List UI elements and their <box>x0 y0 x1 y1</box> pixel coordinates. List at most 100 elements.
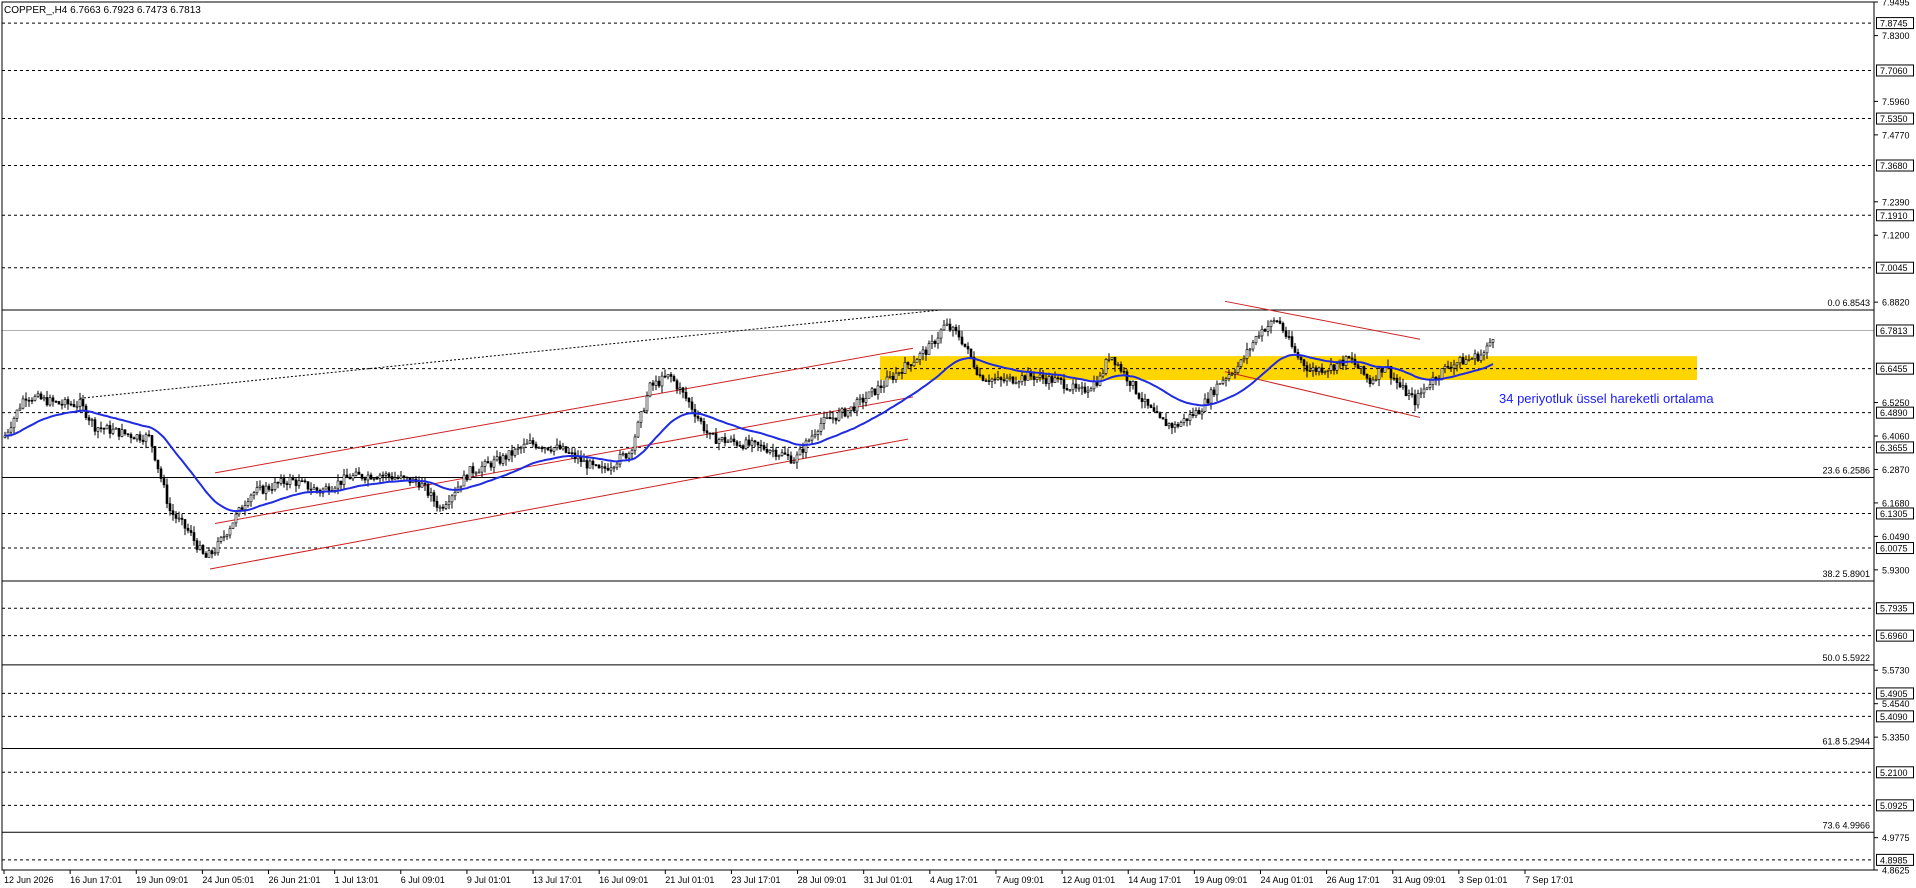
x-tick-label: 7 Sep 17:01 <box>1525 875 1574 885</box>
candle-body <box>1065 388 1069 391</box>
candle-body <box>297 480 301 486</box>
candle-body <box>1302 359 1306 366</box>
candle-body <box>15 409 19 419</box>
candle-body <box>909 364 913 367</box>
candle-body <box>201 545 205 554</box>
x-tick-label: 28 Jul 09:01 <box>798 875 847 885</box>
candle-body <box>936 337 940 345</box>
y-tick-label: 4.8625 <box>1882 866 1910 876</box>
candle-body <box>1443 365 1447 369</box>
candle-body <box>1461 357 1465 365</box>
candle-body <box>1263 329 1267 332</box>
candle-body <box>819 423 823 432</box>
candle-body <box>528 440 532 444</box>
candle-body <box>1332 364 1336 371</box>
candle-body <box>483 461 487 467</box>
candle-body <box>210 550 214 555</box>
candle-body <box>195 540 199 550</box>
price-chart[interactable]: 7.8745 7.7060 7.5350 7.3680 7.1910 7.0045 6.64… <box>0 0 1916 888</box>
candle-body <box>774 449 778 457</box>
candle-body <box>1329 364 1333 371</box>
candle-body <box>468 466 472 481</box>
candle-body <box>426 484 430 496</box>
candle-body <box>675 380 679 390</box>
level-label: 6.1305 <box>1880 509 1908 519</box>
candle-body <box>1272 320 1276 322</box>
candle-body <box>1260 329 1264 337</box>
x-tick-label: 31 Jul 01:01 <box>864 875 913 885</box>
candle-body <box>1218 383 1222 385</box>
candle-body <box>876 385 880 396</box>
candle-body <box>1215 383 1219 396</box>
candle-body <box>474 472 478 475</box>
candle-body <box>1107 358 1111 361</box>
candle-body <box>372 478 376 480</box>
candle-body <box>369 474 373 480</box>
x-tick-label: 26 Aug 17:01 <box>1327 875 1380 885</box>
candle-body <box>1014 382 1018 385</box>
candle-body <box>798 448 802 456</box>
candle-body <box>105 425 109 430</box>
candle-body <box>1299 356 1303 361</box>
candle-body <box>447 501 451 506</box>
candle-body <box>177 517 181 520</box>
x-tick-label: 3 Sep 01:01 <box>1459 875 1508 885</box>
candle-body <box>597 464 601 469</box>
candle-body <box>759 444 763 447</box>
candle-body <box>285 483 289 485</box>
level-label: 5.7935 <box>1880 604 1908 614</box>
candle-body <box>345 474 349 479</box>
candle-body <box>417 481 421 488</box>
chart-background <box>0 0 1916 888</box>
candle-body <box>132 437 136 440</box>
candle-body <box>939 329 943 339</box>
candle-body <box>315 487 319 491</box>
candle-body <box>891 375 895 380</box>
candle-body <box>270 489 274 491</box>
level-label: 5.6960 <box>1880 631 1908 641</box>
candle-body <box>1230 373 1234 376</box>
candle-body <box>129 434 133 438</box>
candle-body <box>501 455 505 464</box>
candle-body <box>480 466 484 473</box>
candle-body <box>1209 389 1213 404</box>
candle-body <box>663 375 667 378</box>
candle-body <box>48 397 52 406</box>
candle-body <box>960 336 964 345</box>
candle-body <box>927 343 931 355</box>
candle-body <box>687 397 691 403</box>
x-tick-label: 9 Jul 01:01 <box>467 875 511 885</box>
level-label: 5.2100 <box>1880 768 1908 778</box>
candle-body <box>810 435 814 441</box>
candle-body <box>291 477 295 481</box>
candle-body <box>33 395 37 401</box>
candle-body <box>954 326 958 332</box>
candle-body <box>156 459 160 470</box>
candle-body <box>726 440 730 443</box>
candle-body <box>1032 375 1036 380</box>
candle-body <box>1281 323 1285 332</box>
candle-body <box>708 432 712 435</box>
candle-body <box>558 444 562 450</box>
candle-body <box>63 399 67 406</box>
candle-body <box>699 418 703 422</box>
candle-body <box>366 474 370 481</box>
candle-body <box>1488 341 1492 347</box>
candle-body <box>525 442 529 445</box>
candle-body <box>51 397 55 402</box>
candle-body <box>633 436 637 451</box>
candle-body <box>1350 357 1354 360</box>
candle-body <box>846 410 850 417</box>
candle-body <box>723 437 727 443</box>
candle-body <box>1023 375 1027 381</box>
candle-body <box>1419 392 1423 395</box>
candle-body <box>96 427 100 432</box>
candle-body <box>945 323 949 326</box>
candle-body <box>684 391 688 399</box>
candle-body <box>900 372 904 374</box>
candle-body <box>1239 359 1243 367</box>
candle-body <box>1380 368 1384 373</box>
candle-body <box>378 474 382 479</box>
candle-body <box>570 452 574 454</box>
candle-body <box>915 359 919 363</box>
